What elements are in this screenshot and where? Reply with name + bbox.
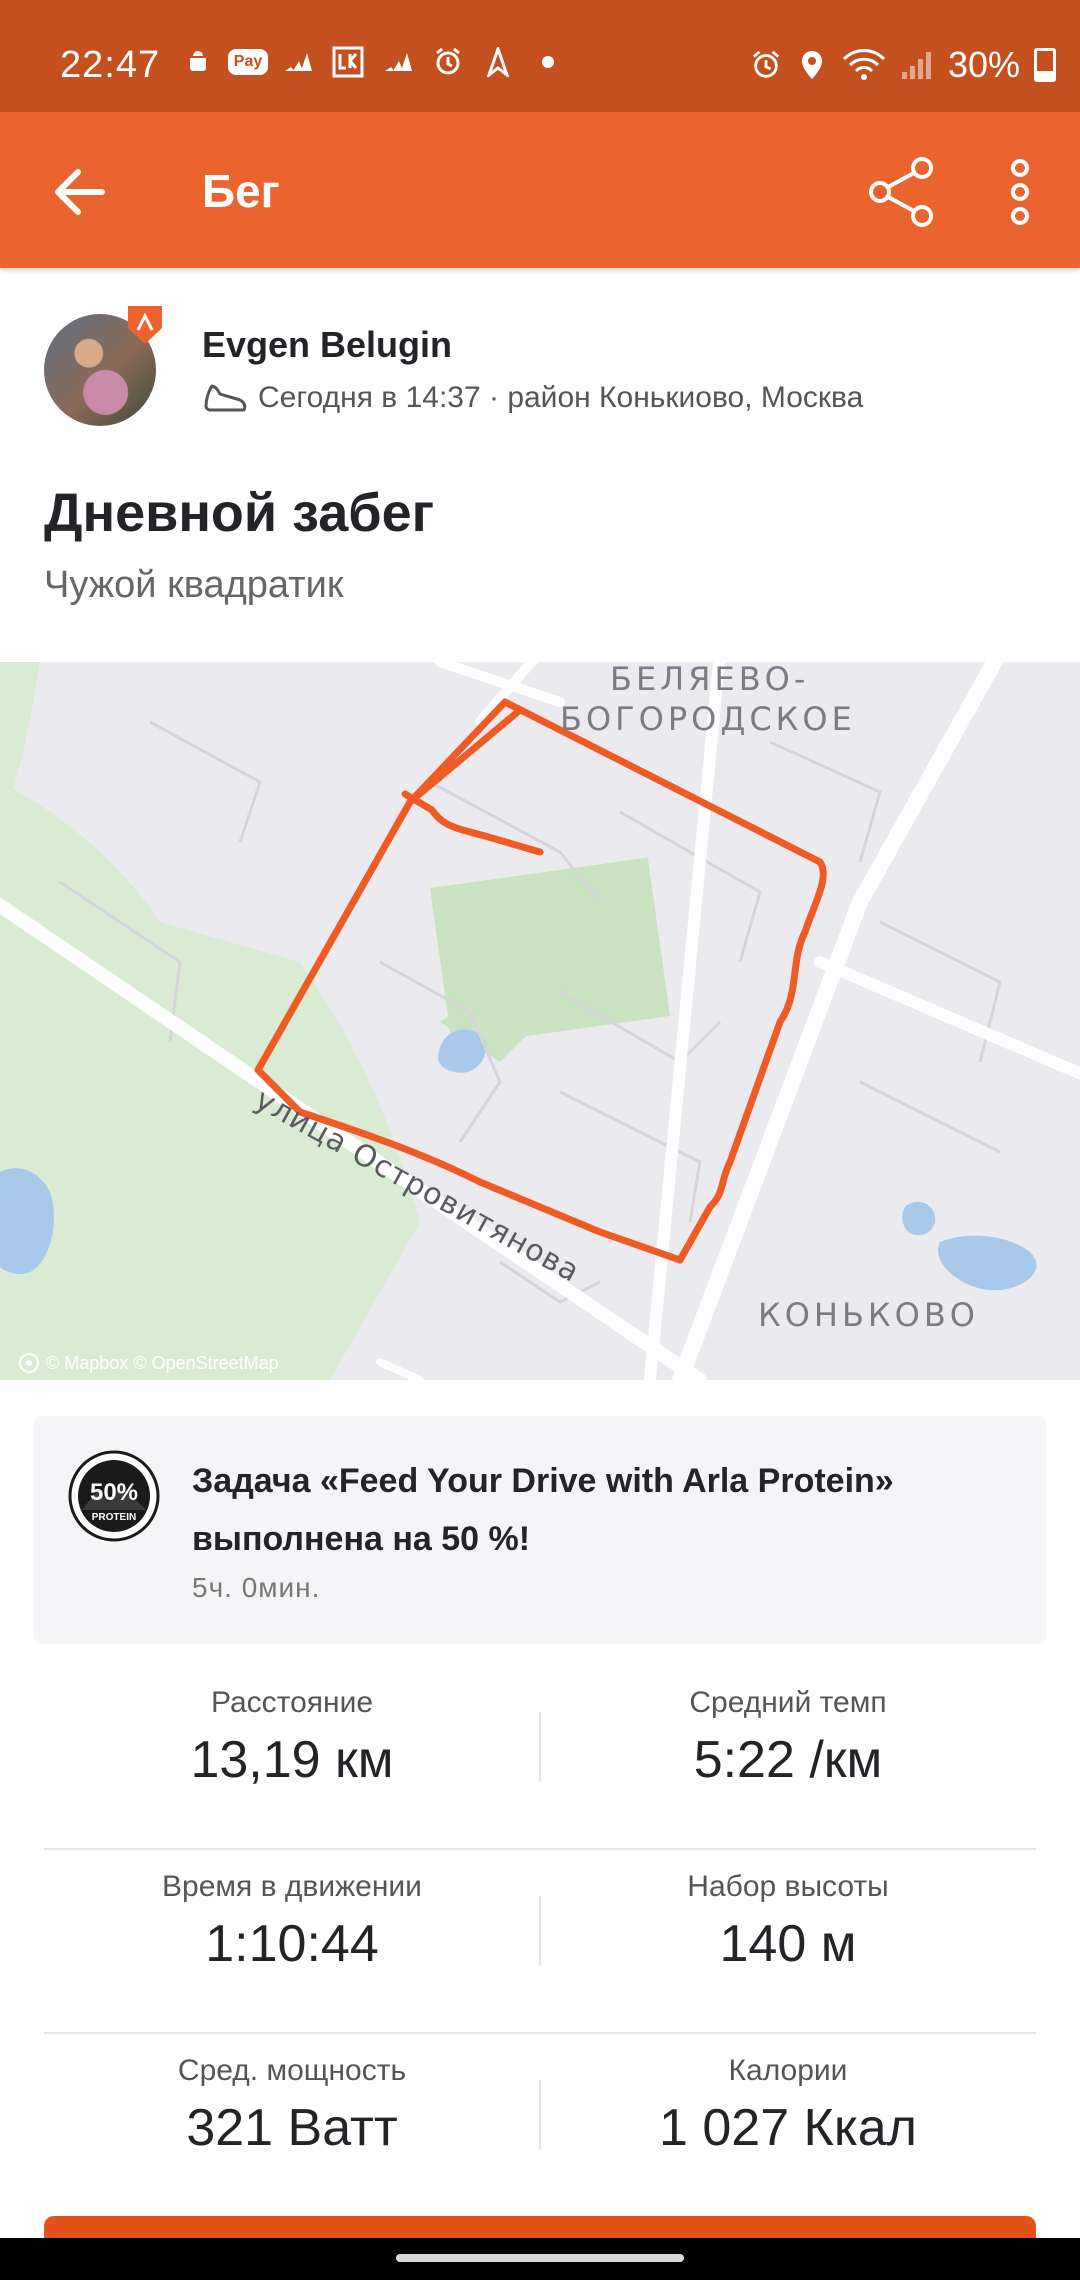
stats-grid: Расстояние 13,19 км Средний темп 5:22 /к… xyxy=(44,1666,1036,2216)
strava-badge-icon xyxy=(128,306,162,344)
notification-icons: Pay xyxy=(182,46,564,78)
navigation-icon xyxy=(482,46,514,78)
share-button[interactable] xyxy=(866,156,938,228)
stat-distance: Расстояние 13,19 км xyxy=(44,1686,540,1790)
stat-pace: Средний темп 5:22 /км xyxy=(540,1686,1036,1790)
signal-icon xyxy=(900,49,934,81)
activity-description: Чужой квадратик xyxy=(44,564,344,606)
home-gesture-handle[interactable] xyxy=(396,2254,684,2262)
lukoil-icon xyxy=(332,46,364,78)
map-credit-text: © Mapbox © OpenStreetMap xyxy=(46,1352,279,1373)
stat-value: 13,19 км xyxy=(190,1731,394,1789)
stat-value: 1 027 Ккал xyxy=(658,2099,918,2157)
adidas-icon xyxy=(382,46,414,78)
status-bar: 22:47 Pay 30% xyxy=(0,0,1080,112)
badge-percent: 50% xyxy=(90,1479,138,1506)
stat-value: 140 м xyxy=(719,1915,857,1973)
activity-meta: Сегодня в 14:37 · район Конькиово, Москв… xyxy=(202,380,863,416)
stat-label: Время в движении xyxy=(162,1870,422,1903)
wifi-icon xyxy=(842,49,886,81)
stat-label: Калории xyxy=(728,2054,848,2087)
arrow-left-icon xyxy=(55,169,105,215)
more-options-button[interactable] xyxy=(1000,156,1040,228)
shoe-icon xyxy=(204,384,247,412)
challenge-badge-icon: 50% PROTEIN xyxy=(68,1450,160,1542)
more-vertical-icon xyxy=(1011,159,1029,225)
map-attribution[interactable]: © Mapbox © OpenStreetMap xyxy=(18,1352,279,1374)
stat-label: Расстояние xyxy=(210,1686,374,1719)
stat-calories: Калории 1 027 Ккал xyxy=(540,2054,1036,2158)
badge-sublabel: PROTEIN xyxy=(92,1512,136,1523)
alarm-icon xyxy=(432,46,464,78)
activity-datetime-location: Сегодня в 14:37 · район Конькиово, Москв… xyxy=(258,381,864,414)
stat-power: Сред. мощность 321 Ватт xyxy=(44,2054,540,2158)
status-time: 22:47 xyxy=(60,44,161,86)
pay-label: Pay xyxy=(227,49,269,75)
stat-elevation: Набор высоты 140 м xyxy=(540,1870,1036,1974)
mapbox-logo-icon xyxy=(19,1353,39,1373)
challenge-title: Задача «Feed Your Drive with Arla Protei… xyxy=(192,1462,894,1558)
stat-value: 5:22 /км xyxy=(693,1731,883,1789)
adidas-icon xyxy=(282,46,314,78)
android-icon xyxy=(182,46,214,78)
back-button[interactable] xyxy=(48,160,112,224)
map-label-district: БЕЛЯЕВО- xyxy=(610,662,810,698)
stat-label: Средний темп xyxy=(689,1686,887,1719)
stat-label: Сред. мощность xyxy=(177,2054,407,2087)
map-label-district: КОНЬКОВО xyxy=(758,1296,979,1334)
battery-icon xyxy=(1034,48,1056,82)
page-title: Бег xyxy=(202,165,280,217)
app-bar: Бег xyxy=(0,112,1080,268)
stat-label: Набор высоты xyxy=(687,1870,889,1903)
battery-percent: 30% xyxy=(947,44,1020,85)
stat-value: 321 Ватт xyxy=(186,2099,398,2157)
map-label-district: БОГОРОДСКОЕ xyxy=(560,700,856,738)
route-map[interactable]: БЕЛЯЕВО- БОГОРОДСКОЕ улица Островитянова… xyxy=(0,662,1080,1380)
stat-value: 1:10:44 xyxy=(205,1915,379,1973)
stats-row: Сред. мощность 321 Ватт Калории 1 027 Кк… xyxy=(44,2034,1036,2216)
challenge-time: 5ч. 0мин. xyxy=(192,1572,321,1603)
lake xyxy=(938,1235,1037,1291)
challenge-card[interactable]: 50% PROTEIN Задача «Feed Your Drive with… xyxy=(34,1416,1046,1644)
pond xyxy=(902,1201,936,1236)
athlete-name[interactable]: Evgen Belugin xyxy=(202,324,452,366)
stat-moving-time: Время в движении 1:10:44 xyxy=(44,1870,540,1974)
park-area xyxy=(0,782,420,1380)
activity-title: Дневной забег xyxy=(44,483,435,543)
location-icon xyxy=(796,49,828,81)
stats-row: Время в движении 1:10:44 Набор высоты 14… xyxy=(44,1850,1036,2034)
stats-row: Расстояние 13,19 км Средний темп 5:22 /к… xyxy=(44,1666,1036,1850)
system-nav-bar xyxy=(0,2238,1080,2280)
alarm-icon xyxy=(750,49,782,81)
system-icons: 30% xyxy=(750,44,1056,86)
dot-icon xyxy=(532,46,564,78)
pay-icon: Pay xyxy=(227,46,269,78)
share-icon xyxy=(869,157,933,227)
